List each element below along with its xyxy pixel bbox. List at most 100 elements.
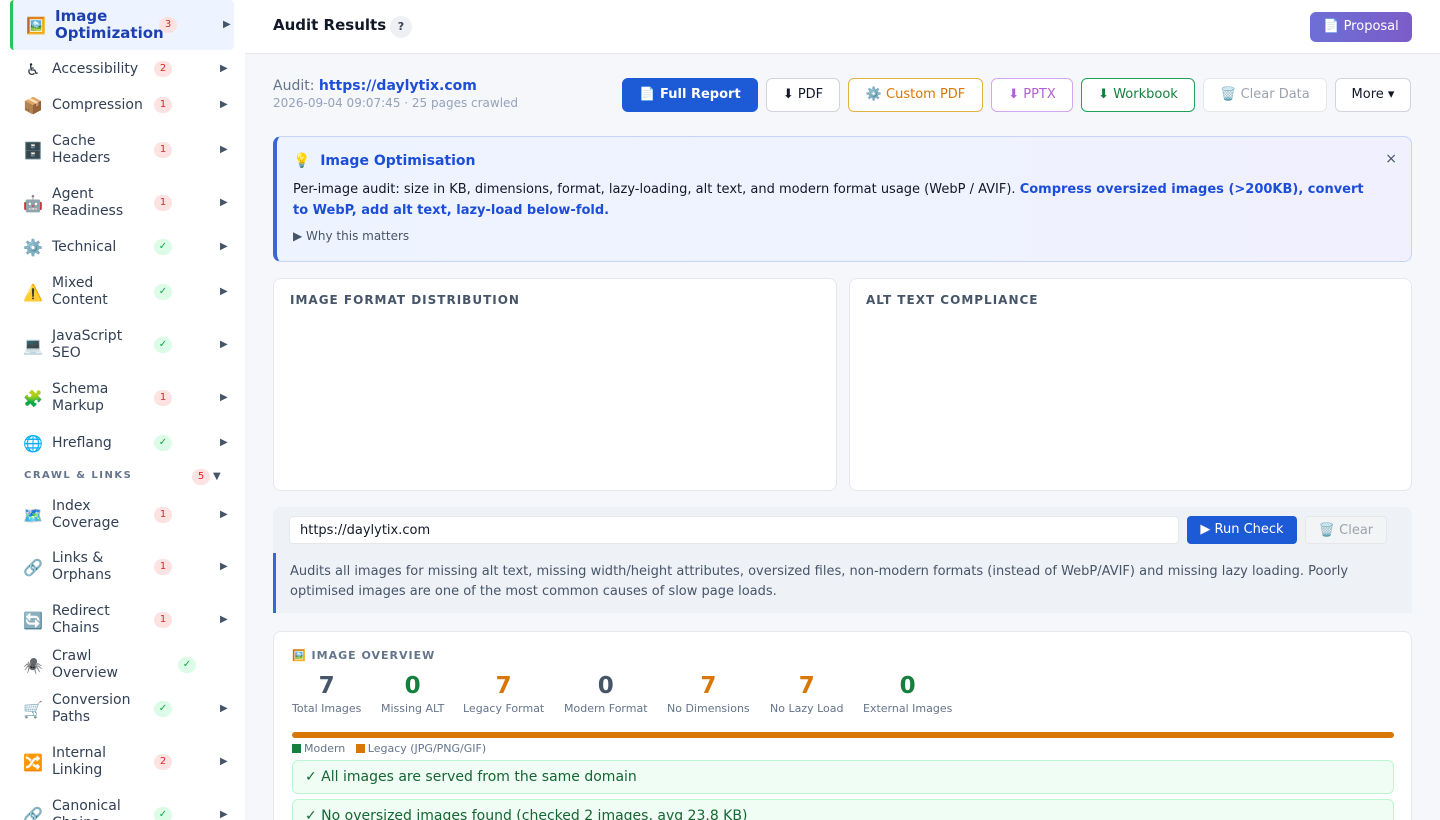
stat-no-lazy-load: 7 No Lazy Load xyxy=(770,670,844,715)
stat-value: 0 xyxy=(899,673,916,699)
status-badge: ✓ xyxy=(154,701,172,717)
sidebar-item-schema[interactable]: 🧩 Schema Markup 1 ▶ xyxy=(10,378,234,418)
sidebar-item-label: Index xyxy=(52,498,91,514)
sidebar-item-label: Chains xyxy=(52,620,100,636)
modern-legend-swatch xyxy=(292,744,301,753)
chevron-right-icon[interactable]: ▶ xyxy=(220,614,228,625)
info-body: Per-image audit: size in KB, dimensions,… xyxy=(293,182,1364,218)
stat-external-images: 0 External Images xyxy=(863,670,952,715)
sidebar-item-internal[interactable]: 🔀 Internal Linking 2 ▶ xyxy=(10,742,234,782)
sidebar-item-label: Optimization xyxy=(55,24,164,42)
sidebar-item-compression[interactable]: 📦 Compression 1 ▶ xyxy=(10,88,234,122)
sidebar-item-icon: 📦 xyxy=(23,95,43,115)
url-input[interactable] xyxy=(289,516,1179,544)
check-result-row: ✓ No oversized images found (checked 2 i… xyxy=(292,799,1394,820)
why-this-matters-toggle[interactable]: ▶ Why this matters xyxy=(293,229,409,243)
status-badge: 2 xyxy=(154,754,172,770)
proposal-button[interactable]: 📄 Proposal xyxy=(1310,12,1412,42)
status-badge: ✓ xyxy=(154,239,172,255)
chevron-right-icon[interactable]: ▶ xyxy=(220,392,228,403)
audit-url-line: Audit: https://daylytix.com xyxy=(273,78,477,94)
chevron-right-icon[interactable]: ▶ xyxy=(220,197,228,208)
sidebar-section-crawl-links[interactable]: CRAWL & LINKS xyxy=(24,470,132,481)
chevron-right-icon[interactable]: ▶ xyxy=(220,437,228,448)
format-ratio-bar xyxy=(292,732,1394,738)
pdf-button[interactable]: ⬇ PDF xyxy=(766,78,840,112)
sidebar-item-label: Compression xyxy=(52,96,143,113)
sidebar-item-agent[interactable]: 🤖 Agent Readiness 1 ▶ xyxy=(10,183,234,223)
full-report-button[interactable]: 📄 Full Report xyxy=(622,78,758,112)
status-badge: 3 xyxy=(159,17,177,33)
sidebar-item-index[interactable]: 🗺️ Index Coverage 1 ▶ xyxy=(10,495,234,535)
sidebar-item-canonical[interactable]: 🔗 CanonicalChains ✓ ▶ xyxy=(10,795,234,820)
check-panel: ▶ Run Check 🗑️ Clear Audits all images f… xyxy=(273,507,1412,613)
chevron-right-icon[interactable]: ▶ xyxy=(220,241,228,252)
sidebar-item-javascript[interactable]: 💻 JavaScript SEO ✓ ▶ xyxy=(10,325,234,365)
sidebar-item-redirect[interactable]: 🔄 Redirect Chains 1 ▶ xyxy=(10,600,234,640)
status-badge: ✓ xyxy=(154,807,172,820)
audit-url-link[interactable]: https://daylytix.com xyxy=(319,78,477,94)
alt-text-compliance-card: ALT TEXT COMPLIANCE xyxy=(849,278,1412,491)
more-button[interactable]: More ▾ xyxy=(1335,78,1411,112)
sidebar-item-icon: 🗺️ xyxy=(23,505,43,525)
stat-label: Total Images xyxy=(292,702,362,715)
sidebar-item-cache[interactable]: 🗄️ Cache Headers 1 ▶ xyxy=(10,130,234,170)
chevron-down-icon[interactable]: ▼ xyxy=(213,471,221,482)
sidebar-item-label: Accessibility xyxy=(52,60,139,77)
sidebar-item-icon: 💻 xyxy=(23,335,43,355)
sidebar-item-icon: 🤖 xyxy=(23,193,43,213)
stat-value: 7 xyxy=(700,673,717,699)
chevron-right-icon[interactable]: ▶ xyxy=(220,809,228,820)
stat-missing-alt: 0 Missing ALT xyxy=(381,670,444,715)
sidebar-item-label: SEO xyxy=(52,345,81,361)
sidebar-item-icon: ⚙️ xyxy=(23,237,43,257)
sidebar-item-crawl-overview[interactable]: 🕷️ Crawl Overview ✓ xyxy=(10,648,234,682)
chevron-right-icon[interactable]: ▶ xyxy=(220,703,228,714)
clear-data-button[interactable]: 🗑️ Clear Data xyxy=(1203,78,1327,112)
clear-button[interactable]: 🗑️ Clear xyxy=(1305,516,1387,544)
sidebar-item-technical[interactable]: ⚙️ Technical ✓ ▶ xyxy=(10,230,234,264)
status-badge: 1 xyxy=(154,97,172,113)
sidebar-item-links[interactable]: 🔗 Links & Orphans 1 ▶ xyxy=(10,547,234,587)
check-description: Audits all images for missing alt text, … xyxy=(273,553,1412,613)
run-check-button[interactable]: ▶ Run Check xyxy=(1187,516,1297,544)
workbook-button[interactable]: ⬇ Workbook xyxy=(1081,78,1195,112)
audit-meta: 2026-09-04 09:07:45 · 25 pages crawled xyxy=(273,96,519,110)
chevron-right-icon[interactable]: ▶ xyxy=(223,19,231,30)
chevron-right-icon[interactable]: ▶ xyxy=(220,509,228,520)
chevron-right-icon[interactable]: ▶ xyxy=(220,63,228,74)
status-badge: 1 xyxy=(154,390,172,406)
sidebar-item-accessibility[interactable]: ♿ Accessibility 2 ▶ xyxy=(10,52,234,86)
legacy-legend-swatch xyxy=(355,744,365,753)
check-result-row: ✓ All images are served from the same do… xyxy=(292,760,1394,794)
sidebar-item-icon: 🗄️ xyxy=(23,140,43,160)
chevron-right-icon[interactable]: ▶ xyxy=(220,561,228,572)
status-badge: ✓ xyxy=(154,435,172,451)
chevron-right-icon[interactable]: ▶ xyxy=(220,339,228,350)
chevron-right-icon[interactable]: ▶ xyxy=(220,286,228,297)
custom-pdf-button[interactable]: ⚙️ Custom PDF xyxy=(848,78,983,112)
chevron-right-icon[interactable]: ▶ xyxy=(220,99,228,110)
stat-no-dimensions: 7 No Dimensions xyxy=(667,670,750,715)
chevron-right-icon[interactable]: ▶ xyxy=(220,756,228,767)
sidebar-item-hreflang[interactable]: 🌐 Hreflang ✓ ▶ xyxy=(10,426,234,460)
sidebar-item-label: Headers xyxy=(52,150,111,166)
stat-label: External Images xyxy=(863,702,953,715)
status-badge: ✓ xyxy=(154,337,172,353)
chevron-right-icon[interactable]: ▶ xyxy=(220,144,228,155)
status-badge: 1 xyxy=(154,612,172,628)
stat-total-images: 7 Total Images xyxy=(292,670,361,715)
stat-value: 0 xyxy=(404,673,421,699)
sidebar-item-mixed[interactable]: ⚠️ Mixed Content ✓ ▶ xyxy=(10,272,234,312)
close-icon[interactable]: × xyxy=(1385,151,1397,167)
sidebar-item-image-optimization[interactable]: 🖼️ Image Optimization 3 ▶ xyxy=(10,0,234,50)
sidebar-item-label: Paths xyxy=(52,709,91,725)
sidebar-item-conversion[interactable]: 🛒 Conversion Paths ✓ ▶ xyxy=(10,689,234,729)
sidebar-item-label: Orphans xyxy=(52,567,112,583)
sidebar-item-label: Linking xyxy=(52,762,103,778)
sidebar-item-label: Readiness xyxy=(52,203,124,219)
sidebar-item-icon: 🔀 xyxy=(23,752,43,772)
status-badge: 2 xyxy=(154,61,172,77)
pptx-button[interactable]: ⬇ PPTX xyxy=(991,78,1073,112)
help-button[interactable]: ? xyxy=(390,16,412,38)
